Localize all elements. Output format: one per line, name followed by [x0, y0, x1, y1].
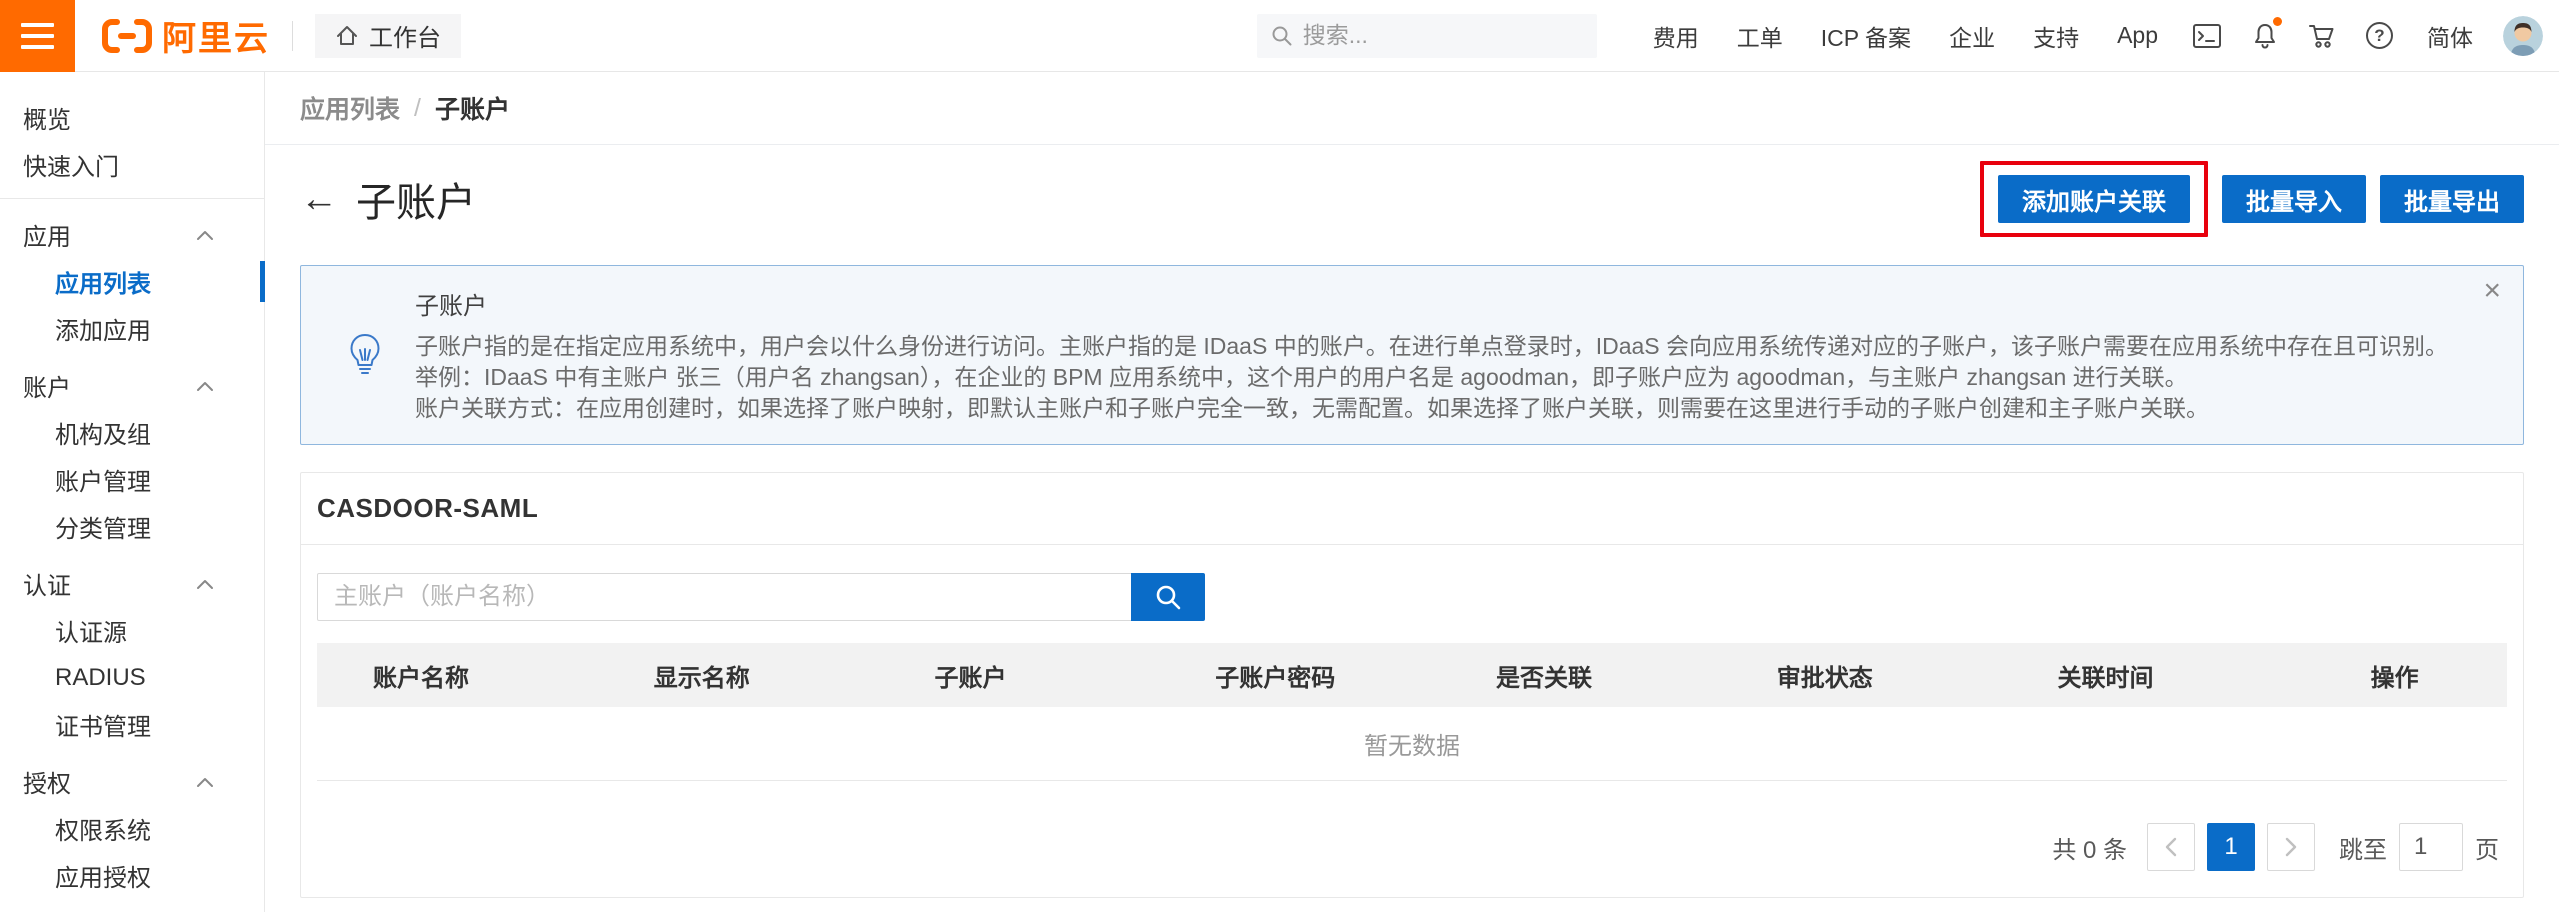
sidebar-item-org-group[interactable]: 机构及组 [0, 409, 264, 456]
sidebar-group-authentication[interactable]: 认证 [0, 560, 264, 607]
application-name: CASDOOR-SAML [317, 493, 538, 524]
card-body: 账户名称 显示名称 子账户 子账户密码 是否关联 审批状态 关联时间 操作 暂无… [301, 545, 2523, 871]
sidebar-group-application[interactable]: 应用 [0, 211, 264, 258]
menu-item-support[interactable]: 支持 [2033, 19, 2079, 53]
sidebar-item-category-mgmt[interactable]: 分类管理 [0, 503, 264, 550]
info-banner: 子账户 子账户指的是在指定应用系统中，用户会以什么身份进行访问。主账户指的是 I… [300, 265, 2524, 445]
column-sub-account: 子账户 [879, 658, 1160, 693]
sidebar-divider [0, 198, 264, 199]
workbench-button[interactable]: 工作台 [315, 14, 461, 58]
menu-item-app[interactable]: App [2117, 22, 2158, 49]
account-search-button[interactable] [1131, 573, 1205, 621]
navbar-divider [292, 21, 293, 51]
column-operation: 操作 [2282, 658, 2507, 693]
sidebar: 概览 快速入门 应用 应用列表 添加应用 账户 机构及组 账户管理 [0, 72, 265, 912]
add-account-association-button[interactable]: 添加账户关联 [1998, 175, 2190, 223]
sidebar-item-radius[interactable]: RADIUS [0, 654, 264, 701]
info-line-1: 子账户指的是在指定应用系统中，用户会以什么身份进行访问。主账户指的是 IDaaS… [415, 331, 2463, 362]
pagination: 共 0 条 1 跳至 页 [317, 823, 2507, 871]
alibaba-cloud-logo-icon [101, 18, 153, 54]
jump-to-label: 跳至 [2339, 830, 2387, 865]
notification-dot [2273, 17, 2282, 26]
table-header-row: 账户名称 显示名称 子账户 子账户密码 是否关联 审批状态 关联时间 操作 [317, 643, 2507, 707]
alibaba-cloud-logo[interactable]: 阿里云 [101, 11, 270, 60]
batch-export-button[interactable]: 批量导出 [2380, 175, 2524, 223]
column-approval-status: 审批状态 [1721, 658, 2002, 693]
menu-item-billing[interactable]: 费用 [1653, 19, 1699, 53]
sidebar-item-quickstart[interactable]: 快速入门 [0, 141, 264, 188]
sub-account-card: CASDOOR-SAML 账户名称 显示名称 [300, 472, 2524, 898]
main-content: 应用列表 / 子账户 ← 子账户 添加账户关联 批量导入 批量导出 [265, 72, 2559, 912]
info-title: 子账户 [415, 286, 2463, 321]
hamburger-menu-icon[interactable] [0, 0, 75, 72]
column-association-time: 关联时间 [2002, 658, 2283, 693]
menu-item-tickets[interactable]: 工单 [1737, 19, 1783, 53]
chevron-up-icon [196, 578, 214, 590]
info-line-2: 举例：IDaaS 中有主账户 张三（用户名 zhangsan），在企业的 BPM… [415, 362, 2463, 393]
column-is-associated: 是否关联 [1440, 658, 1721, 693]
card-header: CASDOOR-SAML [301, 473, 2523, 545]
sidebar-item-app-grant[interactable]: 应用授权 [0, 852, 264, 899]
menu-item-icp[interactable]: ICP 备案 [1821, 19, 1911, 53]
pagination-total: 共 0 条 [2052, 830, 2127, 865]
cart-icon[interactable] [2308, 22, 2336, 50]
sidebar-item-auth-source[interactable]: 认证源 [0, 607, 264, 654]
notification-bell-icon[interactable] [2252, 22, 2278, 50]
page-number-1[interactable]: 1 [2207, 823, 2255, 871]
breadcrumb-current: 子账户 [435, 90, 510, 126]
navbar-menu: 费用 工单 ICP 备案 企业 支持 App [1653, 19, 2158, 53]
breadcrumb-separator: / [414, 94, 421, 123]
workbench-label: 工作台 [369, 18, 441, 53]
next-page-button[interactable] [2267, 823, 2315, 871]
menu-item-enterprise[interactable]: 企业 [1949, 19, 1995, 53]
navbar-search-input[interactable] [1303, 22, 1563, 49]
lightbulb-icon [343, 332, 387, 378]
chevron-up-icon [196, 380, 214, 392]
page-title: 子账户 [356, 170, 476, 228]
info-content: 子账户 子账户指的是在指定应用系统中，用户会以什么身份进行访问。主账户指的是 I… [415, 286, 2463, 424]
account-search [317, 573, 2507, 621]
chevron-left-icon [2164, 837, 2178, 857]
search-icon [1271, 25, 1293, 47]
locale-switcher[interactable]: 简体 [2427, 19, 2473, 53]
account-search-input[interactable] [317, 573, 1132, 621]
logo-text: 阿里云 [162, 11, 270, 60]
chevron-up-icon [196, 776, 214, 788]
page-unit-label: 页 [2475, 830, 2499, 865]
sidebar-item-perm-system[interactable]: 权限系统 [0, 805, 264, 852]
action-buttons: 添加账户关联 批量导入 批量导出 [1980, 161, 2524, 237]
search-icon [1154, 583, 1182, 611]
home-icon [335, 24, 359, 48]
top-navbar: 阿里云 工作台 费用 工单 ICP 备案 企业 支持 App [0, 0, 2559, 72]
column-sub-account-password: 子账户密码 [1159, 658, 1440, 693]
back-arrow-icon[interactable]: ← [300, 180, 338, 218]
help-icon[interactable]: ? [2366, 22, 2393, 49]
sidebar-item-app-list[interactable]: 应用列表 [0, 258, 264, 305]
info-line-3: 账户关联方式：在应用创建时，如果选择了账户映射，即默认主账户和子账户完全一致，无… [415, 393, 2463, 424]
chevron-right-icon [2284, 837, 2298, 857]
console-icon[interactable] [2192, 23, 2222, 49]
empty-state: 暂无数据 [317, 707, 2507, 781]
column-account-name: 账户名称 [317, 658, 598, 693]
jump-to-page-input[interactable] [2399, 823, 2463, 871]
prev-page-button[interactable] [2147, 823, 2195, 871]
sidebar-item-cert-mgmt[interactable]: 证书管理 [0, 701, 264, 748]
close-icon[interactable]: × [2483, 276, 2501, 306]
column-display-name: 显示名称 [598, 658, 879, 693]
breadcrumb: 应用列表 / 子账户 [265, 72, 2559, 145]
chevron-up-icon [196, 229, 214, 241]
user-avatar[interactable] [2503, 16, 2543, 56]
page-header: ← 子账户 添加账户关联 批量导入 批量导出 [300, 161, 2524, 237]
navbar-search-box [1257, 14, 1597, 58]
navbar-icons: ? [2192, 22, 2393, 50]
annotation-highlight: 添加账户关联 [1980, 161, 2208, 237]
sidebar-group-account[interactable]: 账户 [0, 362, 264, 409]
batch-import-button[interactable]: 批量导入 [2222, 175, 2366, 223]
sidebar-item-account-mgmt[interactable]: 账户管理 [0, 456, 264, 503]
sidebar-group-authorization[interactable]: 授权 [0, 758, 264, 805]
sidebar-item-add-app[interactable]: 添加应用 [0, 305, 264, 352]
breadcrumb-app-list[interactable]: 应用列表 [300, 90, 400, 126]
sidebar-item-overview[interactable]: 概览 [0, 94, 264, 141]
